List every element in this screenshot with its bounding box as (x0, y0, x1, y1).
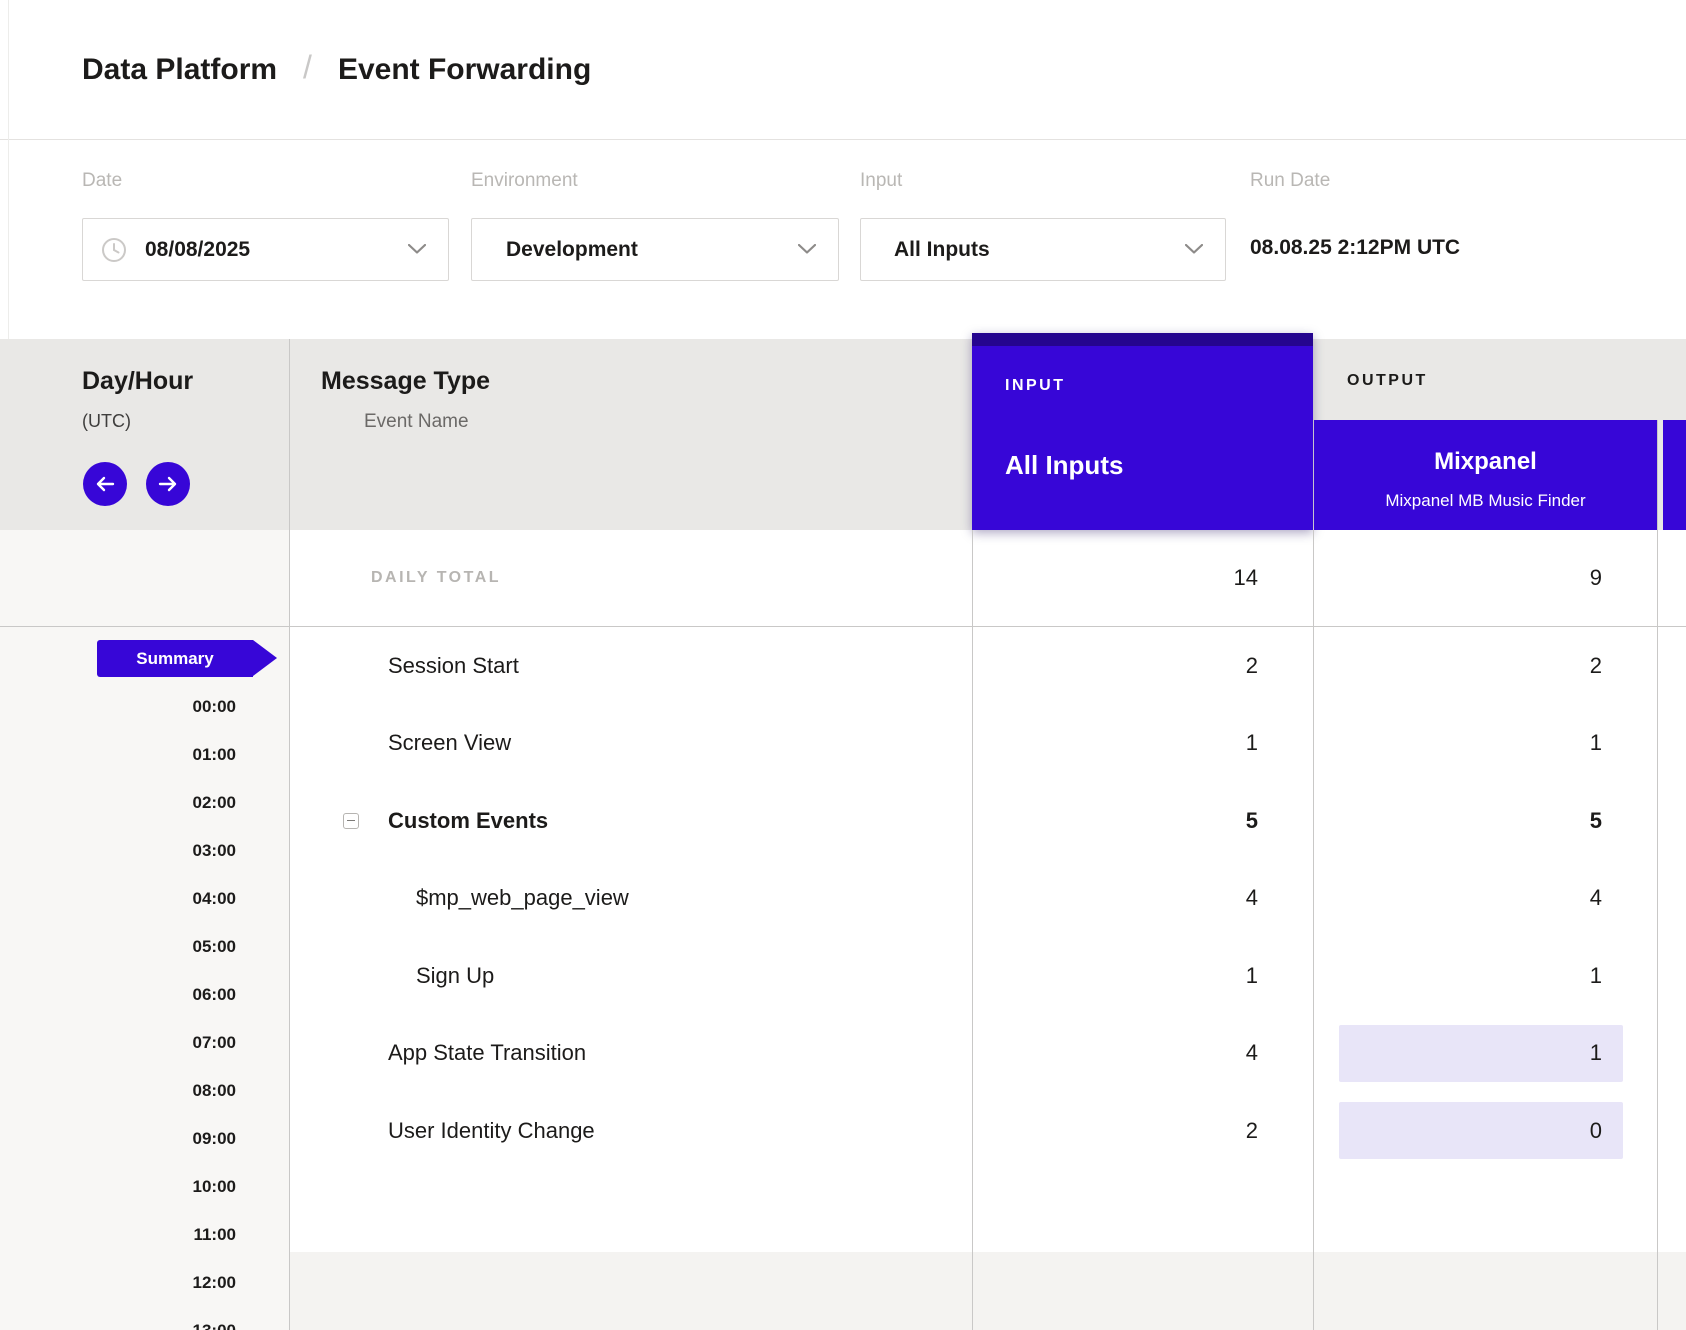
row-output-cell: 1 (1313, 1015, 1657, 1093)
row-name: Screen View (388, 705, 511, 783)
row-output-value: 1 (1313, 705, 1657, 783)
table-row: Session Start 2 2 (0, 627, 1686, 705)
table-row-nested: Sign Up 1 1 (0, 937, 1686, 1015)
daily-total-input-value: 14 (972, 530, 1313, 626)
next-day-button[interactable] (146, 462, 190, 506)
breadcrumb-separator: / (303, 49, 312, 86)
table-row-nested: $mp_web_page_view 4 4 (0, 860, 1686, 938)
day-hour-timezone: (UTC) (82, 411, 131, 432)
chevron-down-icon[interactable] (1185, 241, 1203, 259)
arrow-right-icon (157, 476, 179, 492)
table-footer-area (289, 1252, 1686, 1330)
clock-icon (101, 237, 127, 263)
hour-item[interactable]: 13:00 (0, 1307, 236, 1330)
input-section-label: INPUT (1005, 377, 1066, 395)
row-name: Sign Up (416, 937, 494, 1015)
row-name: Custom Events (388, 782, 548, 860)
breadcrumb: Data Platform / Event Forwarding (82, 0, 591, 139)
input-column-header[interactable]: INPUT All Inputs (972, 333, 1313, 530)
row-name: Session Start (388, 627, 519, 705)
date-dropdown[interactable]: 08/08/2025 (82, 218, 449, 281)
environment-dropdown[interactable]: Development (471, 218, 839, 281)
input-dropdown[interactable]: All Inputs (860, 218, 1226, 281)
row-output-value: 1 (1313, 937, 1657, 1015)
hour-item[interactable]: 12:00 (0, 1259, 236, 1307)
table-row-group: Custom Events 5 5 (0, 782, 1686, 860)
output-column-header[interactable]: Mixpanel Mixpanel MB Music Finder (1314, 420, 1657, 530)
table-row: App State Transition 4 1 (0, 1015, 1686, 1093)
table-row: Screen View 1 1 (0, 705, 1686, 783)
arrow-left-icon (94, 476, 116, 492)
row-input-value: 2 (972, 1092, 1313, 1170)
event-forwarding-page: Data Platform / Event Forwarding Date En… (0, 0, 1686, 1330)
row-output-value: 5 (1313, 782, 1657, 860)
collapse-minus-icon[interactable] (343, 813, 359, 829)
hour-item[interactable]: 10:00 (0, 1163, 236, 1211)
environment-filter-label: Environment (471, 170, 578, 192)
message-type-rows: Session Start 2 2 Screen View 1 1 Custom… (0, 627, 1686, 1170)
row-input-value: 2 (972, 627, 1313, 705)
row-output-value: 2 (1313, 627, 1657, 705)
chevron-down-icon[interactable] (798, 241, 816, 259)
day-hour-header: Day/Hour (82, 367, 193, 396)
highlighted-output-value: 0 (1339, 1102, 1623, 1159)
daily-total-label: DAILY TOTAL (371, 530, 501, 626)
chevron-down-icon[interactable] (408, 241, 426, 259)
row-name: App State Transition (388, 1015, 586, 1093)
row-name: User Identity Change (388, 1092, 595, 1170)
date-value: 08/08/2025 (145, 238, 250, 262)
daily-total-output-value: 9 (1313, 530, 1657, 626)
table-row: User Identity Change 2 0 (0, 1092, 1686, 1170)
row-input-value: 1 (972, 705, 1313, 783)
next-output-column-partial (1663, 420, 1686, 530)
event-name-subheader: Event Name (364, 411, 469, 433)
daily-total-row: DAILY TOTAL 14 9 (0, 530, 1686, 627)
highlighted-output-value: 1 (1339, 1025, 1623, 1082)
row-name: $mp_web_page_view (416, 860, 629, 938)
input-column-title: All Inputs (1005, 450, 1123, 481)
run-date-value: 08.08.25 2:12PM UTC (1250, 236, 1460, 260)
message-type-header: Message Type (321, 367, 490, 396)
row-output-cell: 0 (1313, 1092, 1657, 1170)
row-input-value: 1 (972, 937, 1313, 1015)
column-divider (289, 339, 290, 1330)
output-column-subtitle: Mixpanel MB Music Finder (1314, 491, 1657, 511)
column-divider (1657, 420, 1658, 1330)
page-title: Event Forwarding (338, 53, 591, 87)
top-bar: Data Platform / Event Forwarding (0, 0, 1686, 140)
row-input-value: 4 (972, 860, 1313, 938)
column-divider (1313, 530, 1314, 1330)
input-value: All Inputs (894, 238, 990, 262)
output-column-title: Mixpanel (1314, 448, 1657, 476)
breadcrumb-section[interactable]: Data Platform (82, 53, 277, 87)
date-filter-label: Date (82, 170, 122, 192)
environment-value: Development (506, 238, 638, 262)
input-filter-label: Input (860, 170, 902, 192)
column-divider (972, 530, 973, 1330)
row-input-value: 4 (972, 1015, 1313, 1093)
hour-item[interactable]: 11:00 (0, 1211, 236, 1259)
run-date-label: Run Date (1250, 170, 1330, 192)
row-input-value: 5 (972, 782, 1313, 860)
output-section-label: OUTPUT (1347, 372, 1428, 390)
previous-day-button[interactable] (83, 462, 127, 506)
row-output-value: 4 (1313, 860, 1657, 938)
